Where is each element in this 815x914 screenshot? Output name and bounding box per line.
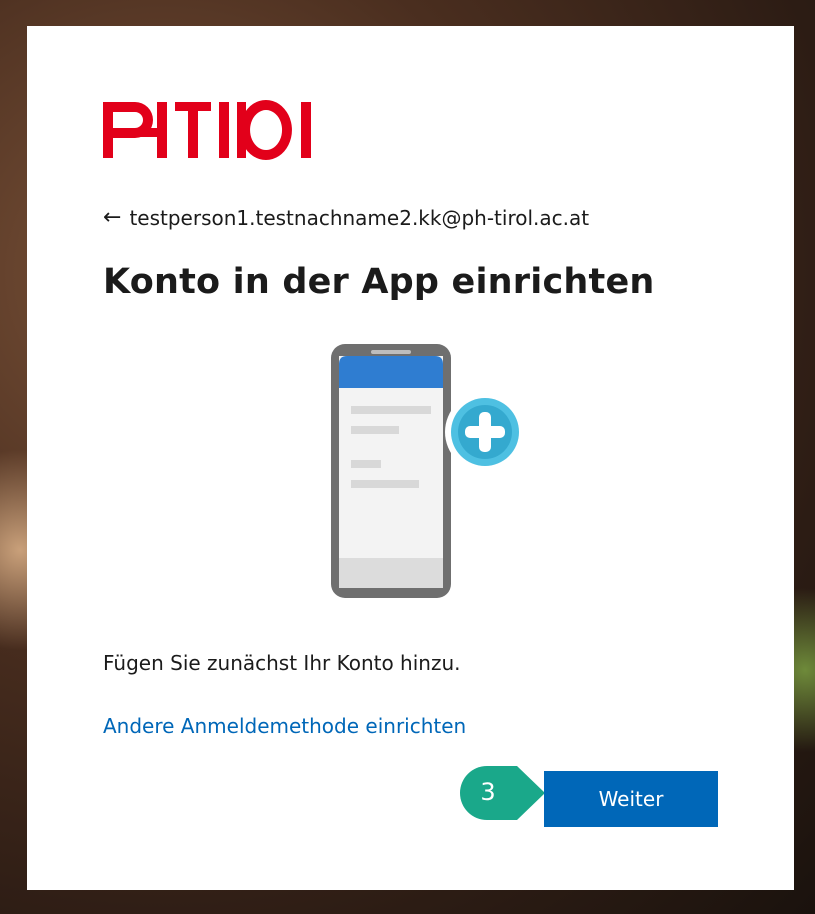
account-identity-row: ← testperson1.testnachname2.kk@ph-tirol.… bbox=[103, 206, 589, 230]
page-title: Konto in der App einrichten bbox=[103, 262, 655, 302]
ph-tirol-logo bbox=[103, 98, 313, 168]
phone-add-account-illustration bbox=[327, 344, 557, 604]
step-number: 3 bbox=[480, 778, 496, 806]
account-email: testperson1.testnachname2.kk@ph-tirol.ac… bbox=[129, 206, 590, 230]
other-sign-in-method-link[interactable]: Andere Anmeldemethode einrichten bbox=[103, 714, 466, 738]
instruction-text: Fügen Sie zunächst Ihr Konto hinzu. bbox=[103, 651, 461, 675]
next-button[interactable]: Weiter bbox=[544, 771, 718, 827]
arrow-left-icon[interactable]: ← bbox=[103, 207, 121, 229]
sign-in-card: ← testperson1.testnachname2.kk@ph-tirol.… bbox=[27, 26, 794, 890]
